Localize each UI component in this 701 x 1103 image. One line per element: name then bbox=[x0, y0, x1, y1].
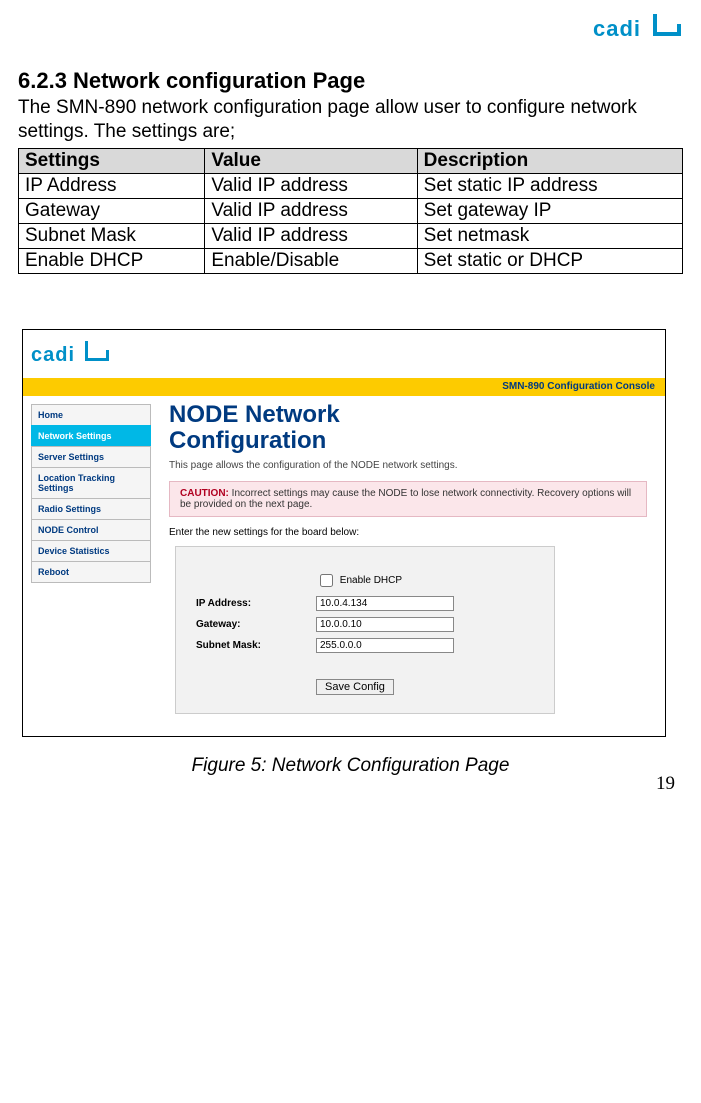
table-header: Value bbox=[205, 148, 417, 173]
caution-label: CAUTION: bbox=[180, 488, 229, 499]
brand-logo: cadi bbox=[18, 14, 683, 48]
gateway-input[interactable] bbox=[316, 617, 454, 632]
console-title-bar: SMN-890 Configuration Console bbox=[23, 378, 665, 396]
caution-box: CAUTION: Incorrect settings may cause th… bbox=[169, 481, 647, 517]
save-config-button[interactable]: Save Config bbox=[316, 679, 394, 695]
network-form: Enable DHCP IP Address: Gateway: bbox=[175, 546, 555, 714]
ip-address-label: IP Address: bbox=[192, 594, 310, 613]
enable-dhcp-checkbox[interactable] bbox=[320, 574, 333, 587]
enable-dhcp-label: Enable DHCP bbox=[340, 575, 402, 586]
table-header: Description bbox=[417, 148, 682, 173]
page-number: 19 bbox=[656, 773, 675, 795]
nav-node-control[interactable]: NODE Control bbox=[31, 519, 151, 540]
table-row: Subnet Mask Valid IP address Set netmask bbox=[19, 223, 683, 248]
table-row: Gateway Valid IP address Set gateway IP bbox=[19, 198, 683, 223]
nav-reboot[interactable]: Reboot bbox=[31, 561, 151, 583]
gateway-label: Gateway: bbox=[192, 615, 310, 634]
nav-radio-settings[interactable]: Radio Settings bbox=[31, 498, 151, 519]
settings-table: Settings Value Description IP Address Va… bbox=[18, 148, 683, 274]
enable-dhcp-row[interactable]: Enable DHCP bbox=[316, 575, 402, 586]
subnet-mask-input[interactable] bbox=[316, 638, 454, 653]
nav-server-settings[interactable]: Server Settings bbox=[31, 446, 151, 467]
section-heading: 6.2.3 Network configuration Page bbox=[18, 68, 683, 94]
console-logo: cadi bbox=[23, 330, 665, 378]
figure-caption: Figure 5: Network Configuration Page bbox=[18, 755, 683, 777]
instruction-text: Enter the new settings for the board bel… bbox=[169, 527, 647, 538]
caution-text: Incorrect settings may cause the NODE to… bbox=[180, 488, 631, 510]
table-header: Settings bbox=[19, 148, 205, 173]
intro-text: The SMN-890 network configuration page a… bbox=[18, 96, 683, 144]
subnet-mask-label: Subnet Mask: bbox=[192, 636, 310, 655]
side-nav: Home Network Settings Server Settings Lo… bbox=[23, 396, 157, 736]
nav-location-tracking[interactable]: Location Tracking Settings bbox=[31, 467, 151, 498]
nav-network-settings[interactable]: Network Settings bbox=[31, 425, 151, 446]
nav-device-statistics[interactable]: Device Statistics bbox=[31, 540, 151, 561]
table-row: IP Address Valid IP address Set static I… bbox=[19, 173, 683, 198]
table-row: Enable DHCP Enable/Disable Set static or… bbox=[19, 248, 683, 273]
page-description: This page allows the configuration of th… bbox=[169, 460, 647, 471]
svg-text:cadi: cadi bbox=[593, 16, 641, 41]
config-console-screenshot: cadi SMN-890 Configuration Console Home … bbox=[22, 329, 666, 737]
nav-home[interactable]: Home bbox=[31, 404, 151, 425]
ip-address-input[interactable] bbox=[316, 596, 454, 611]
page-title: NODE Network Configuration bbox=[169, 402, 647, 455]
svg-text:cadi: cadi bbox=[31, 344, 75, 366]
